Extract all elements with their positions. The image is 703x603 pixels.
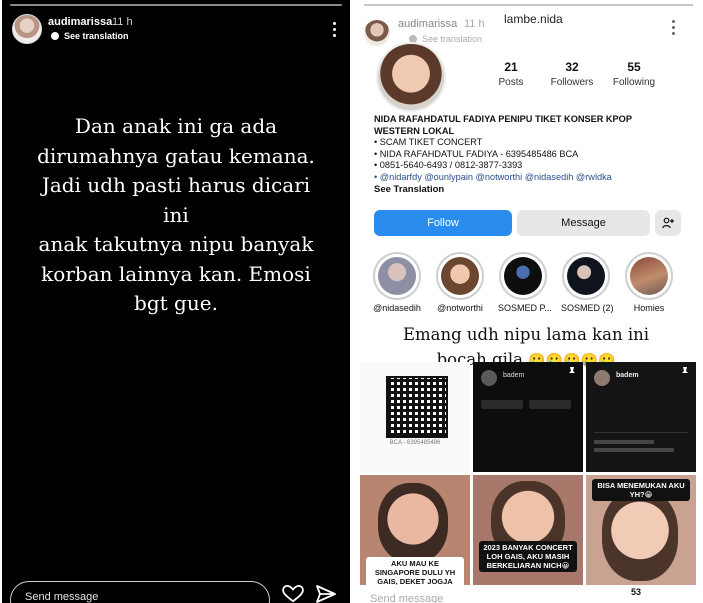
story-time: 11 h [112, 16, 133, 28]
highlight-item: SOSMED P... [498, 252, 552, 313]
profile-bio: NIDA RAFAHDATUL FADIYA PENIPU TIKET KONS… [374, 114, 684, 195]
count-badge: 53 [630, 587, 641, 597]
bio-line: • SCAM TIKET CONCERT [374, 137, 483, 148]
highlight-item: SOSMED (2) [561, 252, 614, 313]
follow-button: Follow [374, 210, 512, 236]
highlight-item: Homies [624, 252, 674, 313]
bio-title: NIDA RAFAHDATUL FADIYA PENIPU TIKET KONS… [374, 114, 632, 124]
post-caption: 2023 BANYAK CONCERT LOH GAIS, AKU MASIH … [479, 541, 577, 572]
post-username: badem [616, 372, 639, 379]
send-icon[interactable] [316, 585, 336, 603]
post-thumbnail: badem [586, 362, 696, 472]
highlight-cover [562, 252, 610, 300]
stat-label: Following [612, 77, 656, 88]
posts-grid: BCA - 6395485486 badem badem AKU MAU KE … [360, 362, 696, 603]
see-translation-link[interactable]: See translation [422, 34, 482, 44]
story-text-line: Jadi udh pasti harus dicari ini [41, 173, 311, 227]
story-text-line: korban lainnya kan. Emosi [41, 261, 311, 286]
pin-icon [569, 367, 575, 376]
message-button: Message [517, 210, 650, 236]
highlight-label: @notworthi [437, 303, 483, 313]
stat-following: 55 Following [599, 60, 669, 88]
story-time: 11 h [464, 18, 485, 30]
highlight-cover [436, 252, 484, 300]
story-progress-bar [364, 4, 693, 6]
post-thumbnail: badem [473, 362, 583, 472]
see-translation-link[interactable]: See translation [64, 31, 129, 41]
highlight-label: SOSMED (2) [561, 303, 614, 313]
post-thumbnail: AKU MAU KE SINGAPORE DULU YH GAIS, DEKET… [360, 475, 470, 585]
overlay-line: Emang udh nipu lama kan ini [402, 325, 650, 344]
bio-links: • @nidarfdy @ounlypain @notworthi @nidas… [374, 171, 612, 182]
pin-icon [682, 367, 688, 376]
story-header: audimarissa 11 h See translation [12, 14, 340, 46]
translate-icon [51, 32, 59, 40]
highlight-cover [373, 252, 421, 300]
story-text-line: bgt gue. [134, 291, 218, 315]
heart-icon[interactable] [282, 585, 304, 603]
story-text-line: dirumahnya gatau kemana. [37, 143, 315, 168]
more-options-icon[interactable] [332, 22, 336, 38]
avatar [594, 370, 610, 386]
highlight-cover [625, 252, 673, 300]
more-options-icon[interactable] [671, 20, 675, 36]
story-username[interactable]: audimarissa [398, 18, 457, 30]
send-message-placeholder[interactable]: Send message [370, 593, 443, 603]
stat-number: 55 [627, 60, 641, 74]
bio-see-translation: See Translation [374, 183, 445, 195]
highlight-label: SOSMED P... [498, 303, 552, 313]
stat-label: Followers [550, 77, 594, 88]
avatar [481, 370, 497, 386]
post-thumbnail: BISA MENEMUKAN AKU YH?😁 [586, 475, 696, 585]
post-thumbnail: 2023 BANYAK CONCERT LOH GAIS, AKU MASIH … [473, 475, 583, 585]
story-username[interactable]: audimarissa [48, 16, 112, 28]
stat-label: Posts [498, 77, 524, 88]
highlight-cover [499, 252, 547, 300]
profile-username: lambe.nida [504, 12, 563, 26]
stat-posts: 21 Posts [476, 60, 546, 88]
post-caption: BISA MENEMUKAN AKU YH?😁 [592, 479, 690, 501]
story-text: Dan anak ini ga ada dirumahnya gatau kem… [26, 112, 326, 319]
highlight-label: @nidasedih [373, 303, 421, 313]
right-story-panel: audimarissa 11 h See translation lambe.n… [356, 0, 701, 603]
avatar[interactable] [12, 14, 42, 44]
post-thumbnail: BCA - 6395485486 [360, 362, 470, 472]
avatar[interactable] [364, 20, 390, 46]
qr-code-icon [386, 376, 448, 438]
story-text-line: Dan anak ini ga ada [74, 114, 278, 138]
profile-picture [376, 42, 446, 112]
stat-followers: 32 Followers [537, 60, 607, 88]
bio-line: • 0851-5640-6493 / 0812-3877-3393 [374, 160, 523, 171]
bio-title: WESTERN LOKAL [374, 125, 455, 136]
highlight-item: @notworthi [435, 252, 485, 313]
add-user-button [655, 210, 681, 236]
stat-number: 21 [504, 60, 518, 74]
post-username: badem [503, 372, 525, 379]
left-story-panel: audimarissa 11 h See translation Dan ana… [2, 0, 350, 603]
send-message-input[interactable]: Send message [10, 581, 270, 603]
highlight-label: Homies [633, 303, 665, 313]
stat-number: 32 [565, 60, 579, 74]
send-message-placeholder: Send message [25, 591, 99, 603]
post-caption: AKU MAU KE SINGAPORE DULU YH GAIS, DEKET… [366, 557, 464, 585]
add-user-icon [662, 217, 674, 229]
story-progress-bar [10, 4, 342, 6]
highlight-item: @nidasedih [372, 252, 422, 313]
qr-caption: BCA - 6395485486 [389, 440, 441, 446]
story-text-line: anak takutnya nipu banyak [38, 232, 314, 256]
bio-line: • NIDA RAFAHDATUL FADIYA - 6395485486 BC… [374, 148, 579, 159]
